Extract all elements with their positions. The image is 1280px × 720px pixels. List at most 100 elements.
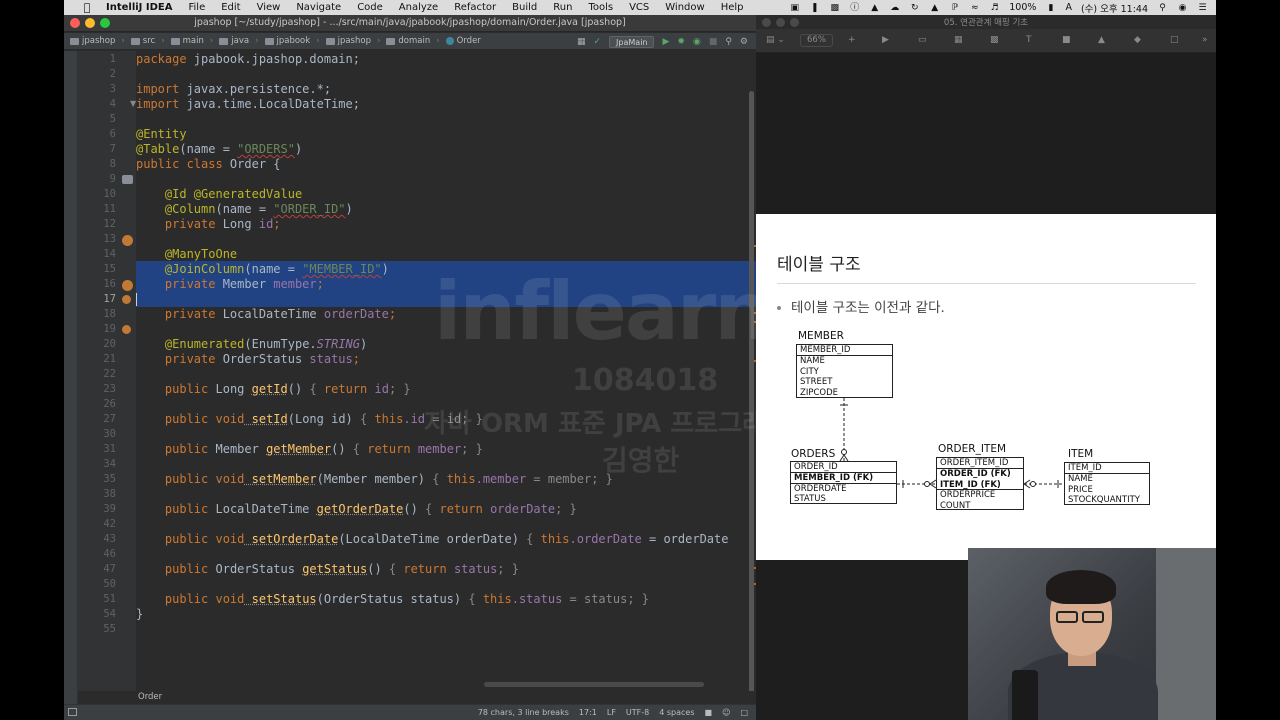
line-number: 14 xyxy=(103,248,116,260)
menu-build[interactable]: Build xyxy=(504,2,545,13)
input-method[interactable]: A xyxy=(1065,2,1072,13)
status-encoding[interactable]: UTF-8 xyxy=(626,708,649,717)
pause-icon[interactable]: ❚ xyxy=(809,3,820,13)
menu-app-name[interactable]: IntelliJ IDEA xyxy=(98,2,180,13)
search-icon[interactable]: ⚲ xyxy=(725,37,732,47)
clock[interactable]: (수) 오후 11:44 xyxy=(1081,1,1148,15)
breadcrumb-java[interactable]: java › xyxy=(219,36,259,46)
menu-analyze[interactable]: Analyze xyxy=(391,2,446,13)
tool-windows-toggle-icon[interactable] xyxy=(68,708,77,716)
spotlight-icon[interactable]: ⚲ xyxy=(1157,3,1168,13)
view-menu-icon[interactable]: ▤ ⌄ xyxy=(766,35,785,45)
package-icon xyxy=(325,37,335,45)
database-icon[interactable] xyxy=(122,175,133,184)
bluetooth-icon[interactable]: ℙ xyxy=(949,3,960,13)
comment-icon[interactable]: ◆ xyxy=(1134,35,1141,45)
text-caret xyxy=(136,293,137,306)
code-getter-status: public OrderStatus getStatus() { return … xyxy=(164,562,519,576)
add-slide-icon[interactable]: + xyxy=(848,35,856,45)
menu-window[interactable]: Window xyxy=(657,2,712,13)
shape-icon[interactable]: ■ xyxy=(1062,35,1071,45)
menu-edit[interactable]: Edit xyxy=(213,2,248,13)
menu-tools[interactable]: Tools xyxy=(580,2,621,13)
line-number: 20 xyxy=(103,338,116,350)
menu-help[interactable]: Help xyxy=(713,2,752,13)
cardinality-zero-mark xyxy=(841,449,847,455)
play-icon[interactable]: ▶ xyxy=(882,35,889,45)
breadcrumb-src[interactable]: src › xyxy=(130,36,165,46)
code-editor[interactable]: package jpabook.jpashop.domain; import j… xyxy=(136,51,756,691)
menu-file[interactable]: File xyxy=(180,2,213,13)
status-line-separator[interactable]: LF xyxy=(607,708,616,717)
line-number: 50 xyxy=(103,578,116,590)
status-indent[interactable]: 4 spaces xyxy=(659,708,694,717)
table-icon[interactable]: ▦ xyxy=(954,35,963,45)
siri-icon[interactable]: ◉ xyxy=(1177,3,1188,13)
line-number: 38 xyxy=(103,488,116,500)
editor-horizontal-scrollbar[interactable] xyxy=(484,682,704,687)
lock-icon[interactable]: ■ xyxy=(705,708,713,717)
code-line-3: import javax.persistence.*; xyxy=(136,82,332,96)
breadcrumb-domain[interactable]: domain › xyxy=(386,36,440,46)
info-icon[interactable]: ⓘ xyxy=(849,3,860,13)
chart-icon[interactable]: ▩ xyxy=(990,35,999,45)
stop-icon[interactable]: ■ xyxy=(709,37,718,47)
menu-view[interactable]: View xyxy=(249,2,289,13)
breadcrumb-order[interactable]: Order xyxy=(445,36,481,46)
breadcrumb-project[interactable]: jpashop › xyxy=(70,36,125,46)
run-configuration-dropdown[interactable]: JpaMain xyxy=(609,35,655,48)
menu-code[interactable]: Code xyxy=(349,2,391,13)
bean-icon[interactable] xyxy=(122,325,131,334)
bean-icon[interactable] xyxy=(122,295,131,304)
line-number: 27 xyxy=(103,413,116,425)
sync-icon[interactable]: ↻ xyxy=(909,3,920,13)
code-getter-orderdate: public LocalDateTime getOrderDate() { re… xyxy=(164,502,577,516)
code-line-14: @ManyToOne xyxy=(164,247,238,261)
menu-navigate[interactable]: Navigate xyxy=(288,2,349,13)
run-icon[interactable]: ▶ xyxy=(662,37,669,47)
status-caret-position[interactable]: 17:1 xyxy=(579,708,597,717)
cardinality-zero-mark xyxy=(924,481,930,487)
vcs-icon[interactable]: ⚙ xyxy=(740,37,748,47)
volume-icon[interactable]: ♬ xyxy=(989,3,1000,13)
coverage-icon[interactable]: ◉ xyxy=(693,37,701,47)
breadcrumb-main[interactable]: main › xyxy=(170,36,213,46)
editor-vertical-scrollbar[interactable] xyxy=(749,91,754,691)
shield-icon[interactable]: ▲ xyxy=(869,3,880,13)
menu-vcs[interactable]: VCS xyxy=(621,2,657,13)
menu-run[interactable]: Run xyxy=(545,2,580,13)
build-hammer-icon[interactable]: ✓ xyxy=(594,37,602,47)
wifi-icon[interactable]: ≈ xyxy=(969,3,980,13)
editor-gutter: 1 2 3 4 5 6 7 8 9 10 11 12 13 14 15 16 1… xyxy=(78,51,136,691)
cloud-icon[interactable]: ☁ xyxy=(889,3,900,13)
battery-icon[interactable]: ▮ xyxy=(1045,3,1056,13)
keynote-live-icon[interactable]: ▭ xyxy=(918,35,927,45)
breadcrumb-jpabook[interactable]: jpabook › xyxy=(264,36,320,46)
relation-gutter-icon[interactable] xyxy=(122,235,133,246)
intellij-icon[interactable]: ▩ xyxy=(829,3,840,13)
apple-icon[interactable]:  xyxy=(76,1,98,14)
inspector-icon[interactable]: ☺ xyxy=(722,708,730,717)
menu-refactor[interactable]: Refactor xyxy=(446,2,504,13)
more-chevron-icon[interactable]: » xyxy=(1202,35,1208,45)
code-line-8: public class Order { xyxy=(136,157,281,171)
editor-footer-tab: Order xyxy=(78,691,756,704)
project-structure-icon[interactable]: ▦ xyxy=(577,37,586,47)
zoom-dropdown[interactable]: 66% xyxy=(800,34,833,47)
debug-icon[interactable]: ✹ xyxy=(677,37,685,47)
media-icon[interactable]: ▲ xyxy=(1098,35,1105,45)
event-log-icon[interactable]: □ xyxy=(740,708,748,717)
code-getter-member: public Member getMember() { return membe… xyxy=(164,442,483,456)
code-line-21: private OrderStatus status; xyxy=(164,352,360,366)
screen-record-icon[interactable]: ▣ xyxy=(789,3,800,13)
folder-icon xyxy=(170,37,180,45)
text-icon[interactable]: T xyxy=(1026,35,1032,45)
slide-canvas[interactable]: 테이블 구조 테이블 구조는 이전과 같다. MEMBER MEMBER_ID … xyxy=(756,214,1216,560)
breadcrumb-jpashop[interactable]: jpashop › xyxy=(325,36,380,46)
notification-center-icon[interactable]: ☰ xyxy=(1197,3,1208,13)
drive-icon[interactable]: ▲ xyxy=(929,3,940,13)
format-icon[interactable]: □ xyxy=(1170,35,1179,45)
breadcrumb-class-order[interactable]: Order xyxy=(138,692,162,702)
relation-gutter-icon[interactable] xyxy=(122,280,133,291)
line-number: 39 xyxy=(103,503,116,515)
